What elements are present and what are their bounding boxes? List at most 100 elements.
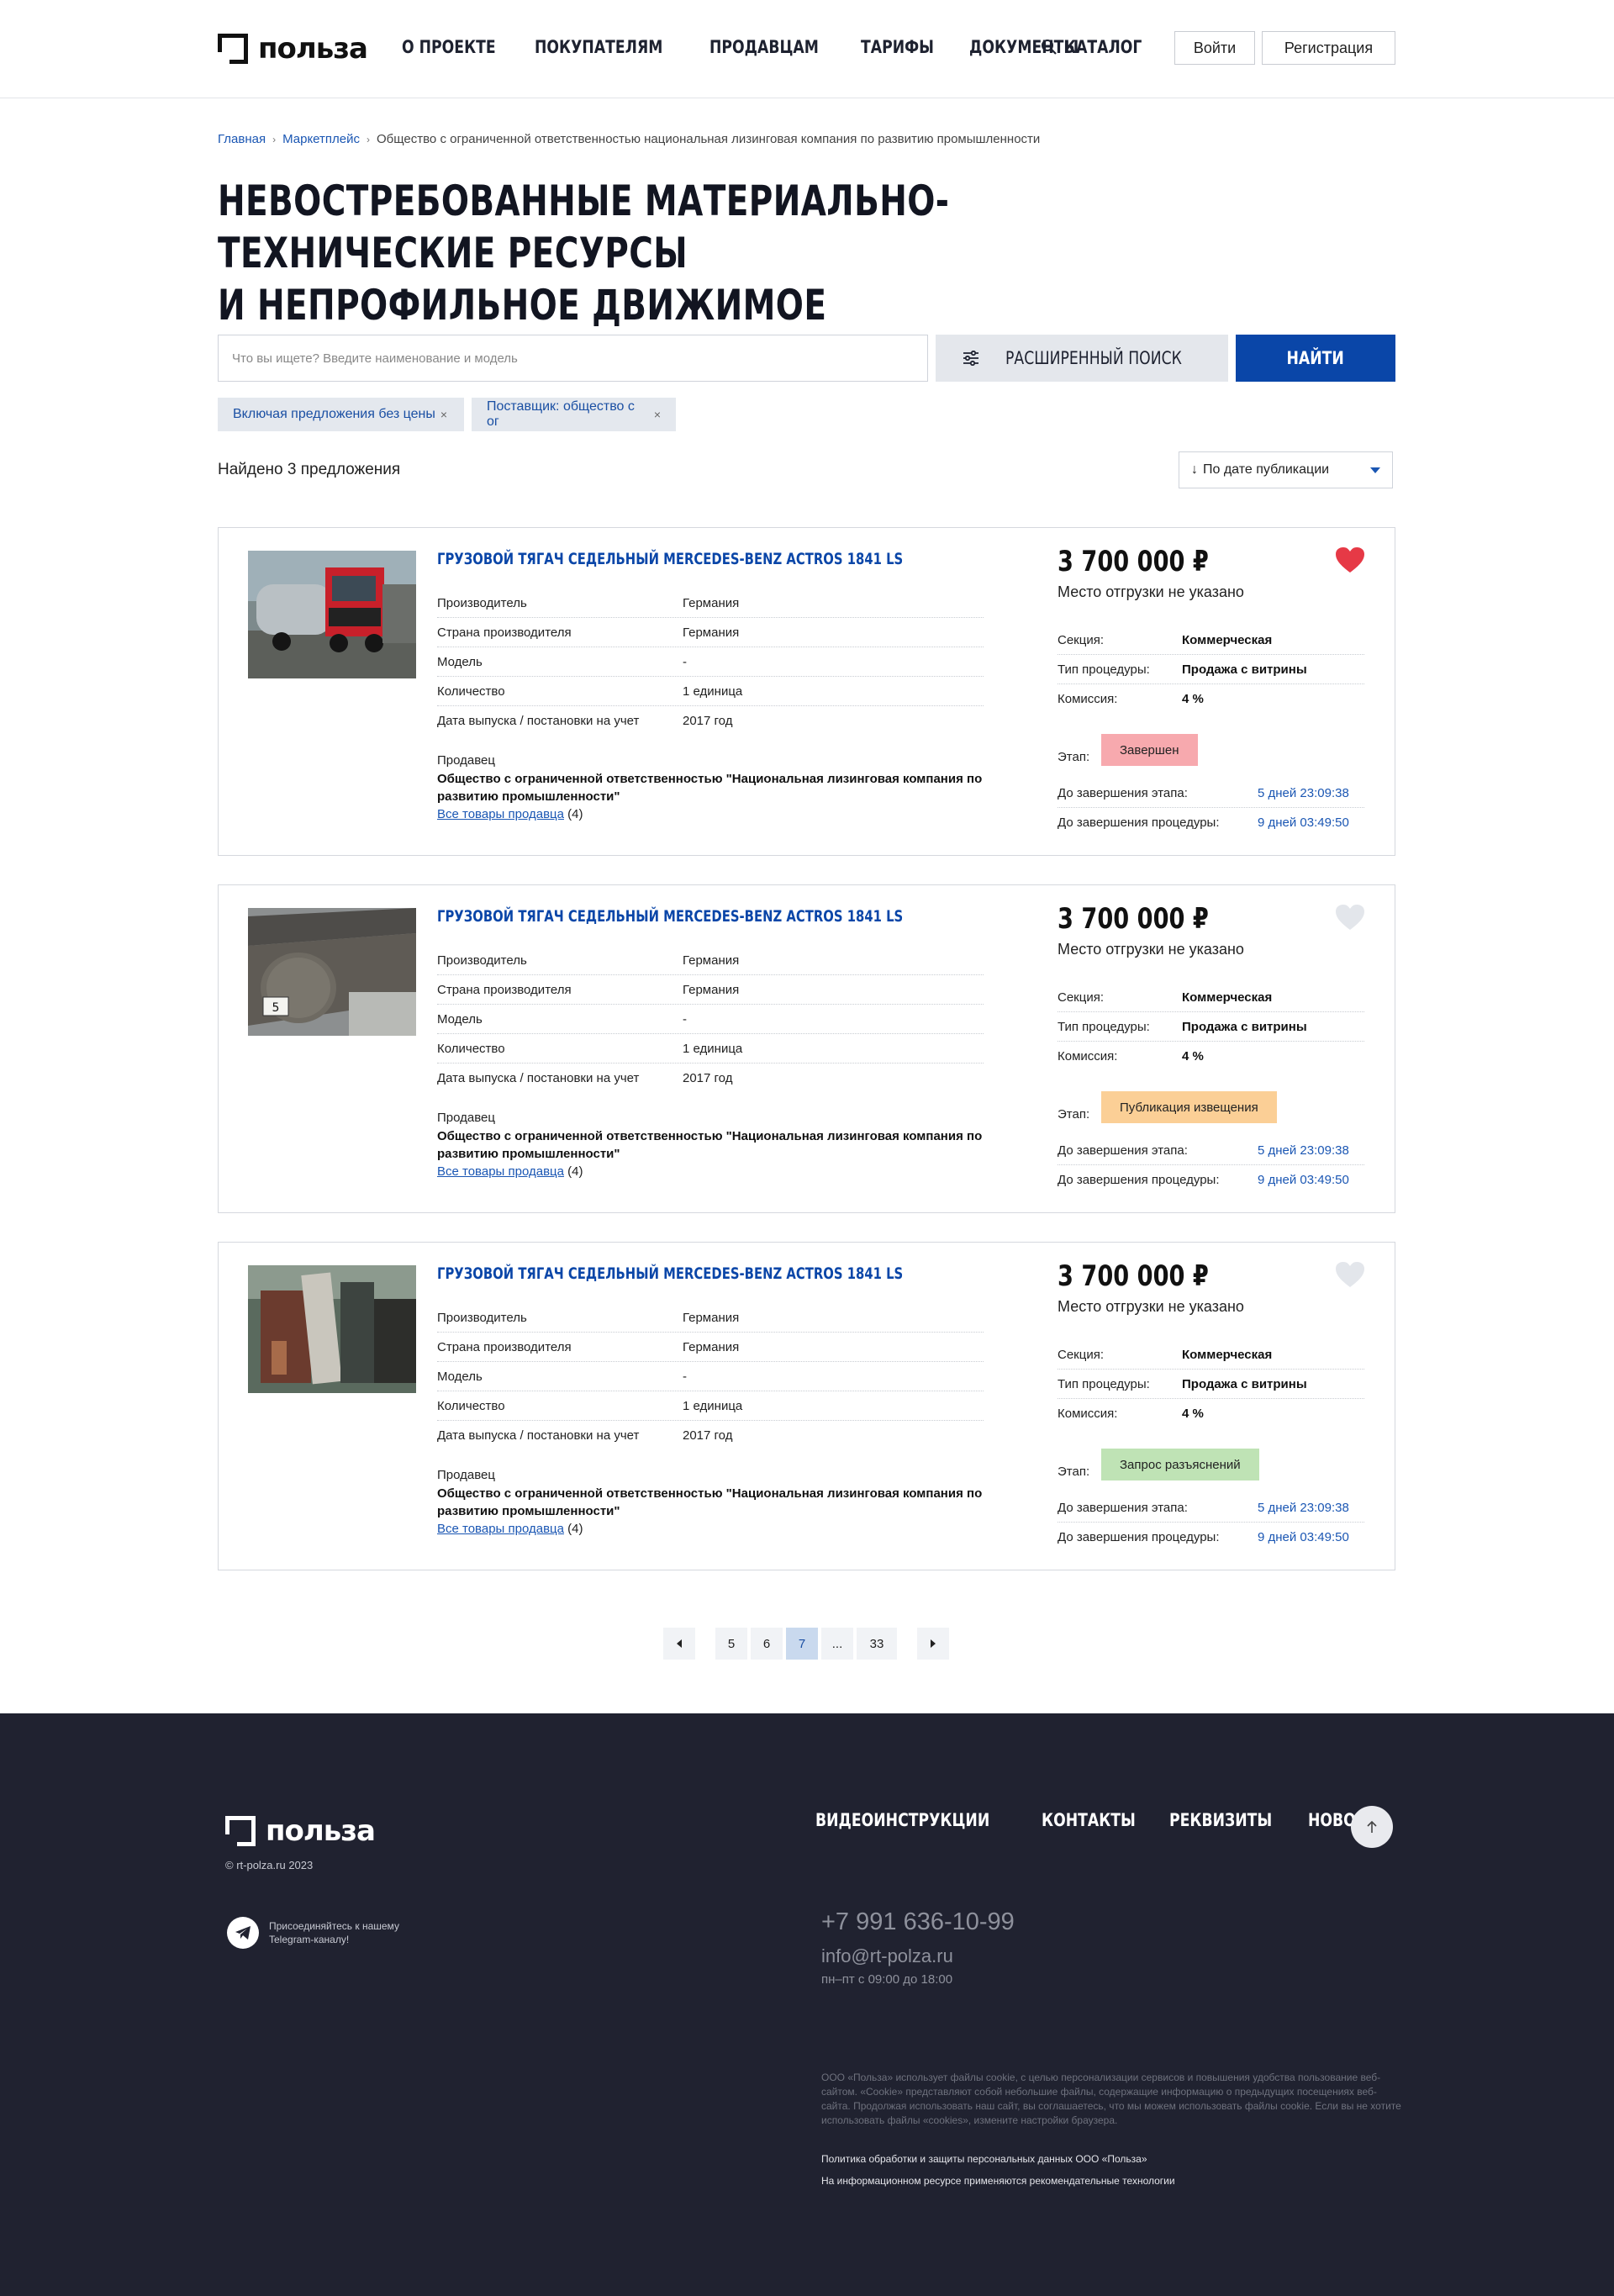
product-specs: Производитель Германия Страна производител… — [437, 946, 984, 1093]
seller-name: Общество с ограниченной ответственностью… — [437, 772, 983, 804]
product-photo[interactable] — [248, 1265, 416, 1393]
footer-nav-requisites[interactable]: РЕКВИЗИТЫ — [1169, 1810, 1272, 1830]
footer-phone[interactable]: +7 991 636-10-99 — [821, 1908, 1015, 1936]
section-value: Коммерческая — [1182, 990, 1273, 1005]
sort-select[interactable]: ↓ По дате публикации — [1179, 451, 1393, 488]
page-5[interactable]: 5 — [715, 1628, 747, 1660]
telegram-link[interactable]: Присоединяйтесь к нашему Telegram-каналу… — [227, 1917, 420, 1949]
stage-label: Этап: — [1058, 1465, 1090, 1479]
status-badge: Завершен — [1101, 734, 1198, 766]
breadcrumb-home[interactable]: Главная — [218, 132, 266, 146]
spec-row: Производитель Германия — [437, 1303, 984, 1333]
product-photo[interactable]: 5 — [248, 908, 416, 1036]
spec-label: Дата выпуска / постановки на учет — [437, 1071, 640, 1085]
filter-chip-supplier[interactable]: Поставщик: общество с ог × — [472, 398, 676, 431]
spec-value: 1 единица — [683, 1398, 743, 1413]
spec-value: Германия — [683, 982, 740, 997]
filter-chip-label: Поставщик: общество с ог — [487, 399, 635, 429]
page-6[interactable]: 6 — [751, 1628, 783, 1660]
spec-label: Дата выпуска / постановки на учет — [437, 714, 640, 728]
timer-label: До завершения процедуры: — [1058, 815, 1220, 830]
scroll-to-top-button[interactable] — [1351, 1806, 1393, 1848]
nav-sellers[interactable]: ПРОДАВЦАМ — [709, 37, 819, 57]
breadcrumb-marketplace[interactable]: Маркетплейс — [282, 132, 360, 146]
sort-label: По дате публикации — [1203, 462, 1330, 477]
results-count: Найдено 3 предложения — [218, 461, 401, 478]
product-card: ГРУЗОВОЙ ТЯГАЧ СЕДЕЛЬНЫЙ MERCEDES-BENZ A… — [218, 1242, 1395, 1570]
procedure-end-value: 9 дней 03:49:50 — [1258, 1530, 1349, 1544]
timer-row: До завершения этапа: 5 дней 23:09:38 — [1058, 1493, 1364, 1523]
site-logo[interactable]: польза — [218, 32, 368, 66]
product-title[interactable]: ГРУЗОВОЙ ТЯГАЧ СЕДЕЛЬНЫЙ MERCEDES-BENZ A… — [437, 550, 903, 568]
timers: До завершения этапа: 5 дней 23:09:38 До за… — [1058, 779, 1364, 837]
telegram-text: Присоединяйтесь к нашему Telegram-каналу… — [269, 1920, 399, 1945]
spec-label: Модель — [437, 1369, 483, 1384]
procedure-info: Секция: Коммерческая Тип процедуры: Продажа… — [1058, 625, 1364, 714]
all-seller-goods-link[interactable]: Все товары продавца — [437, 807, 564, 821]
shipping-place: Место отгрузки не указано — [1058, 1298, 1244, 1315]
info-label: Тип процедуры: — [1058, 1376, 1150, 1391]
close-icon[interactable]: × — [654, 408, 661, 421]
footer-logo[interactable]: польза — [225, 1814, 376, 1848]
telegram-icon — [227, 1917, 259, 1949]
spec-value: 1 единица — [683, 1041, 743, 1056]
breadcrumb-separator-icon: › — [366, 133, 370, 145]
close-icon[interactable]: × — [440, 408, 447, 421]
footer-email[interactable]: info@rt-polza.ru — [821, 1945, 953, 1967]
product-photo[interactable] — [248, 551, 416, 678]
info-label: Тип процедуры: — [1058, 1019, 1150, 1034]
commission-value: 4 % — [1182, 1407, 1204, 1421]
spec-label: Модель — [437, 1011, 483, 1027]
page-33[interactable]: 33 — [857, 1628, 897, 1660]
main-nav: О ПРОЕКТЕ ПОКУПАТЕЛЯМ ПРОДАВЦАМ ТАРИФЫ Д… — [402, 37, 1090, 57]
login-button[interactable]: Войти — [1174, 31, 1255, 65]
logo-mark-icon — [218, 34, 248, 64]
filter-chip-no-price[interactable]: Включая предложения без цены × — [218, 398, 464, 431]
next-page-button[interactable] — [917, 1628, 949, 1660]
chevron-right-icon — [931, 1639, 936, 1648]
price: 3 700 000 ₽ — [1058, 545, 1209, 578]
catalog-link[interactable]: КАТАЛОГ — [1041, 37, 1159, 57]
spec-value: 2017 год — [683, 714, 733, 728]
timer-label: До завершения процедуры: — [1058, 1530, 1220, 1544]
price: 3 700 000 ₽ — [1058, 902, 1209, 936]
prev-page-button[interactable] — [663, 1628, 695, 1660]
favorite-heart-icon[interactable] — [1335, 904, 1365, 931]
timer-row: До завершения процедуры: 9 дней 03:49:50 — [1058, 1165, 1364, 1195]
breadcrumb-current: Общество с ограниченной ответственностью… — [376, 132, 1041, 146]
spec-label: Производитель — [437, 1310, 527, 1325]
footer-nav-contacts[interactable]: КОНТАКТЫ — [1042, 1810, 1136, 1830]
all-seller-goods-link[interactable]: Все товары продавца — [437, 1164, 564, 1179]
spec-row: Страна производителя Германия — [437, 1333, 984, 1362]
section-value: Коммерческая — [1182, 632, 1273, 647]
nav-tariffs[interactable]: ТАРИФЫ — [861, 37, 934, 57]
arrow-up-icon — [1367, 1820, 1377, 1833]
favorite-heart-icon[interactable] — [1335, 546, 1365, 573]
privacy-policy-link[interactable]: Политика обработки и защиты персональных… — [821, 2153, 1147, 2165]
nav-buyers[interactable]: ПОКУПАТЕЛЯМ — [535, 37, 662, 57]
spec-value: 2017 год — [683, 1071, 733, 1085]
footer-hours: пн–пт с 09:00 до 18:00 — [821, 1972, 953, 1987]
nav-about[interactable]: О ПРОЕКТЕ — [402, 37, 496, 57]
search-input[interactable]: Что вы ищете? Введите наименование и мод… — [218, 335, 928, 382]
stage-label: Этап: — [1058, 1107, 1090, 1122]
seller-name: Общество с ограниченной ответственностью… — [437, 1129, 983, 1161]
info-row: Комиссия: 4 % — [1058, 684, 1364, 714]
product-title[interactable]: ГРУЗОВОЙ ТЯГАЧ СЕДЕЛЬНЫЙ MERCEDES-BENZ A… — [437, 1264, 903, 1283]
spec-row: Количество 1 единица — [437, 1391, 984, 1421]
spec-label: Страна производителя — [437, 625, 572, 640]
footer-nav-videos[interactable]: ВИДЕОИНСТРУКЦИИ — [815, 1810, 989, 1830]
advanced-search-button[interactable]: РАСШИРЕННЫЙ ПОИСК — [936, 335, 1228, 382]
spec-label: Количество — [437, 684, 505, 699]
recommendation-tech-notice: На информационном ресурсе применяются ре… — [821, 2175, 1175, 2187]
procedure-value: Продажа с витрины — [1182, 662, 1307, 677]
product-title[interactable]: ГРУЗОВОЙ ТЯГАЧ СЕДЕЛЬНЫЙ MERCEDES-BENZ A… — [437, 907, 903, 926]
currency-symbol: ₽ — [1192, 902, 1209, 936]
register-button[interactable]: Регистрация — [1262, 31, 1395, 65]
page-7[interactable]: 7 — [786, 1628, 818, 1660]
product-card: 5 ГРУЗОВОЙ ТЯГАЧ СЕДЕЛЬНЫЙ MERCEDES-BENZ … — [218, 884, 1395, 1213]
favorite-heart-icon[interactable] — [1335, 1261, 1365, 1288]
all-seller-goods-link[interactable]: Все товары продавца — [437, 1522, 564, 1536]
find-button[interactable]: НАЙТИ — [1236, 335, 1395, 382]
info-label: Комиссия: — [1058, 692, 1118, 706]
